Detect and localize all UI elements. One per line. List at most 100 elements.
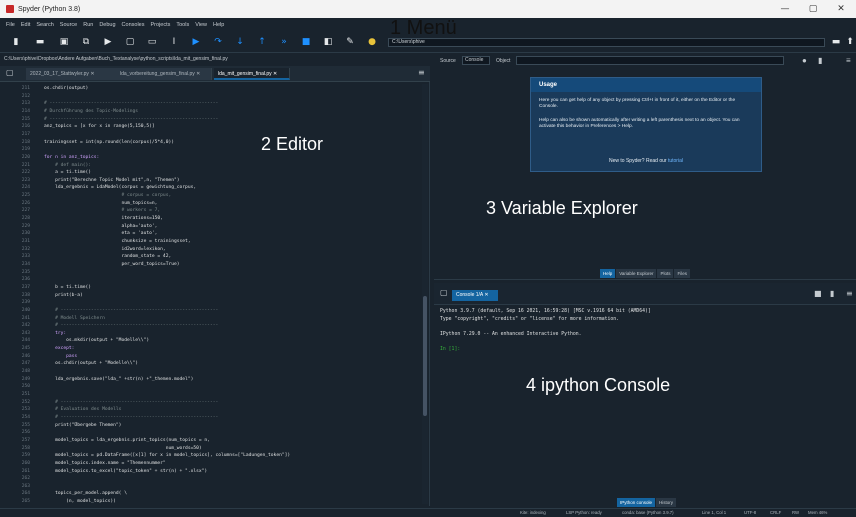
options-menu-icon[interactable]: ≡ [846, 289, 853, 298]
spyder-app-icon [6, 5, 14, 13]
open-folder-icon[interactable]: ▬ [34, 36, 46, 48]
menu-tools[interactable]: Tools [176, 22, 189, 28]
line-number: 228 [21, 216, 30, 222]
maximize-pane-icon[interactable]: ◧ [322, 36, 334, 48]
preferences-icon[interactable]: ✎ [344, 36, 356, 48]
menu-debug[interactable]: Debug [99, 22, 115, 28]
code-line: eta = 'auto', [44, 231, 158, 237]
lock-icon[interactable]: ▮ [818, 56, 822, 65]
line-number: 217 [21, 131, 30, 137]
console-tab[interactable]: Console 1/A ✕ [452, 290, 498, 301]
editor-tab[interactable]: 2022_03_17_Stattwyler.py ✕ [26, 68, 118, 80]
code-line: # --------------------------------------… [44, 307, 219, 313]
run-selection-icon[interactable]: Ⅰ [168, 36, 180, 48]
tab-history[interactable]: History [656, 498, 677, 507]
close-button[interactable]: ✕ [828, 0, 854, 18]
save-icon[interactable]: ▣ [58, 36, 70, 48]
continue-icon[interactable]: » [278, 36, 290, 48]
menu-projects[interactable]: Projects [150, 22, 170, 28]
new-file-icon[interactable]: ▮ [10, 36, 22, 48]
line-number-gutter: 211 212 213 214 215 216 217 218 219 220 221 222 223 2… [0, 84, 34, 506]
line-number: 227 [21, 208, 30, 214]
run-cell-advance-icon[interactable]: ▭ [146, 36, 158, 48]
editor-tab-active[interactable]: lda_mit_gensim_final.py ✕ [214, 68, 290, 80]
lock-icon[interactable]: ● [802, 56, 807, 65]
run-cell-icon[interactable]: ▢ [124, 36, 136, 48]
menu-file[interactable]: File [6, 22, 15, 28]
menu-source[interactable]: Source [60, 22, 77, 28]
menu-help[interactable]: Help [213, 22, 224, 28]
python-path-icon[interactable]: ● [366, 36, 378, 48]
save-all-icon[interactable]: ⧉ [80, 36, 92, 48]
line-number: 256 [21, 430, 30, 436]
options-menu-icon[interactable]: ≡ [418, 68, 425, 77]
tab-plots[interactable]: Plots [657, 269, 674, 278]
menu-run[interactable]: Run [83, 22, 93, 28]
line-number: 265 [21, 499, 30, 505]
editor-scrollbar-thumb[interactable] [423, 296, 427, 416]
code-line: try: [44, 330, 67, 336]
editor-tab-label: lda_vorbereitung_gensim_final.py [120, 71, 195, 77]
tab-files[interactable]: Files [674, 269, 690, 278]
stop-icon[interactable]: ■ [814, 289, 822, 298]
line-number: 222 [21, 170, 30, 176]
status-eol: CRLF [770, 510, 782, 515]
tab-ipython-console[interactable]: IPython console [617, 498, 656, 507]
menu-search[interactable]: Search [36, 22, 53, 28]
menu-edit[interactable]: Edit [21, 22, 30, 28]
code-editor[interactable]: 211 212 213 214 215 216 217 218 219 220 221 222 223 2… [0, 84, 420, 506]
code-line: # Evaluation des Modells [44, 407, 122, 413]
object-input[interactable] [516, 56, 784, 65]
line-number: 223 [21, 177, 30, 183]
line-number: 244 [21, 338, 30, 344]
line-number: 248 [21, 369, 30, 375]
code-line: topics_per_model.append( \ [44, 491, 127, 497]
usage-box: Usage Here you can get help of any objec… [530, 77, 762, 172]
folder-icon[interactable]: ▬ [830, 36, 842, 48]
stop-icon[interactable]: ■ [300, 36, 312, 48]
code-line: b = ti.time() [44, 284, 92, 290]
line-number: 219 [21, 147, 30, 153]
maximize-button[interactable]: ▢ [800, 0, 826, 18]
line-number: 254 [21, 414, 30, 420]
tab-variable-explorer[interactable]: Variable Explorer [616, 269, 657, 278]
browse-tabs-icon[interactable]: ▢ [6, 68, 14, 77]
usage-footer-text: New to Spyder? Read our [609, 158, 667, 164]
tab-help[interactable]: Help [600, 269, 616, 278]
status-memory: Mem 46% [808, 510, 828, 515]
options-menu-icon[interactable]: ≡ [846, 56, 851, 65]
step-icon[interactable]: ↷ [212, 36, 224, 48]
browse-tabs-icon[interactable]: ▢ [440, 288, 448, 297]
menu-view[interactable]: View [195, 22, 207, 28]
debug-icon[interactable]: ▶ [190, 36, 202, 48]
tutorial-link[interactable]: tutorial [668, 158, 683, 164]
line-number: 258 [21, 445, 30, 451]
usage-paragraph: Here you can get help of any object by p… [539, 98, 736, 110]
line-number: 253 [21, 407, 30, 413]
line-number: 259 [21, 453, 30, 459]
console-line: IPython 7.29.0 -- An enhanced Interactiv… [440, 331, 582, 337]
line-number: 221 [21, 162, 30, 168]
lock-icon[interactable]: ▮ [830, 289, 834, 298]
code-line: os.chdir(output + "Modelle\\") [44, 361, 139, 367]
source-select[interactable]: Console [462, 56, 490, 65]
line-number: 260 [21, 460, 30, 466]
menu-consoles[interactable]: Consoles [122, 22, 145, 28]
line-number: 255 [21, 422, 30, 428]
code-line: for n in anz_topics: [44, 154, 100, 160]
code-line: trainingsset = int(np.round(len(corpus)/… [44, 139, 174, 145]
step-out-icon[interactable]: ↑ [256, 36, 268, 48]
line-number: 229 [21, 223, 30, 229]
editor-tab[interactable]: lda_vorbereitung_gensim_final.py ✕ [116, 68, 212, 80]
code-line: # --------------------------------------… [44, 116, 219, 122]
code-line: lda_ergebnis.save("lda_" +str(n) +"_them… [44, 376, 194, 382]
run-icon[interactable]: ▶ [102, 36, 114, 48]
editor-scrollbar[interactable] [422, 84, 428, 504]
line-number: 214 [21, 108, 30, 114]
code-line: # Durchführung des Topic-Modelings [44, 108, 139, 114]
arrow-up-icon[interactable]: ⬆ [844, 36, 856, 48]
minimize-button[interactable]: — [772, 0, 798, 18]
usage-footer: New to Spyder? Read our tutorial [531, 158, 761, 164]
step-into-icon[interactable]: ↓ [234, 36, 246, 48]
line-number: 264 [21, 491, 30, 497]
